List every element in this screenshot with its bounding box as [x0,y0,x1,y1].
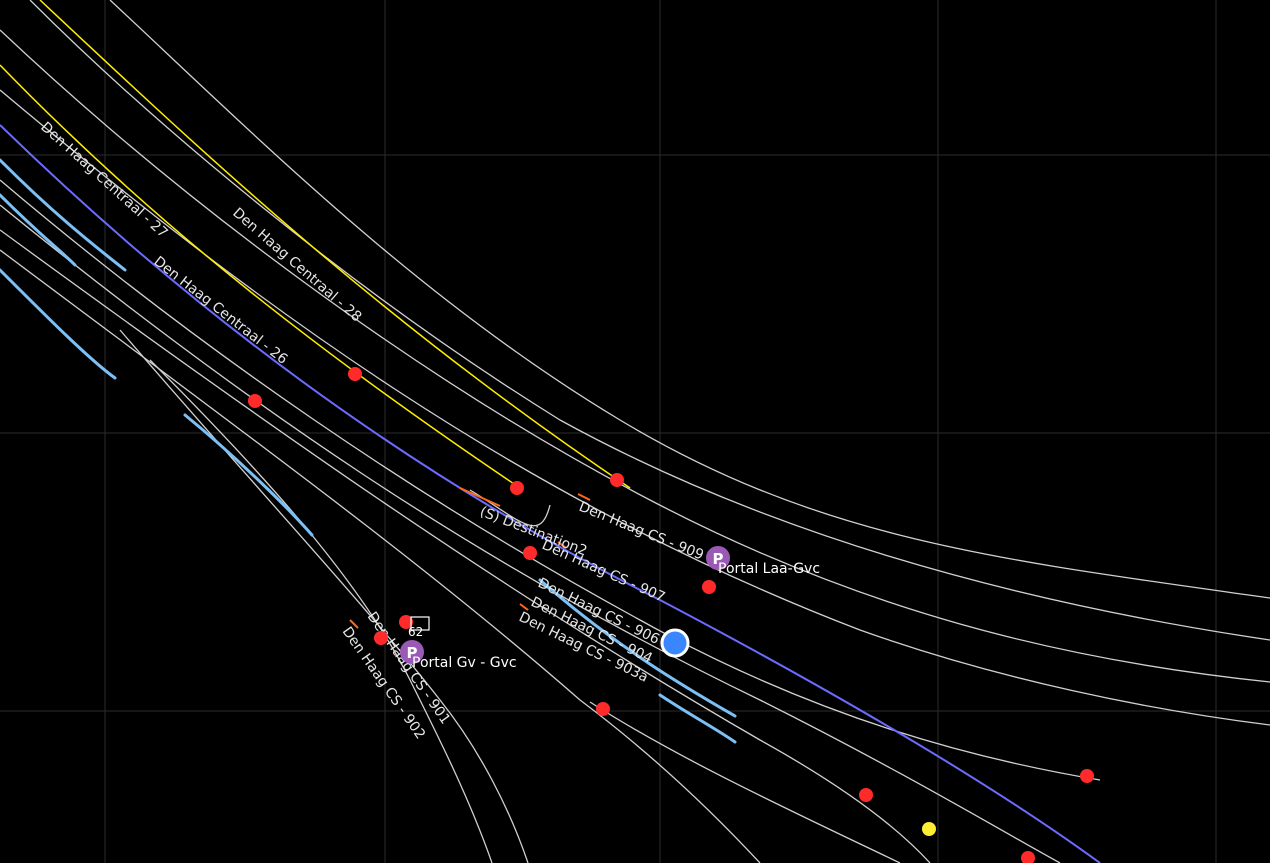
track-line[interactable] [0,249,761,863]
track-segment-cyan[interactable] [0,268,117,380]
track-line[interactable] [29,0,1270,641]
track-line[interactable] [119,329,529,863]
signal-icon[interactable] [1021,851,1035,863]
track-line[interactable] [0,229,931,863]
track-lines [0,0,1270,863]
signal-icon[interactable] [523,546,537,560]
signal-icon[interactable] [596,702,610,716]
marker-label: 62 [408,625,423,639]
track-label: Den Haag Centraal - 28 [229,205,364,325]
portal-label: Portal Gv - Gvc [412,655,517,671]
portal-gv-gvc[interactable]: P Portal Gv - Gvc [400,640,517,671]
signal-icon[interactable] [610,473,624,487]
track-label: Den Haag CS - 909 [577,499,706,564]
signal-icon[interactable] [248,394,262,408]
track-line-yellow[interactable] [0,64,521,489]
portal-label: Portal Laa-Gvc [718,561,820,577]
track-label: Den Haag Centraal - 26 [151,254,291,368]
track-mark-orange [459,487,501,507]
signal-icon[interactable] [702,580,716,594]
signal-icon[interactable] [859,788,873,802]
signal-yellow-icon[interactable] [922,822,936,836]
portal-laa-gvc[interactable]: P Portal Laa-Gvc [706,546,820,577]
signal-icon[interactable] [1080,769,1094,783]
map-grid [0,0,1270,863]
position-marker[interactable] [660,628,690,658]
track-line[interactable] [149,359,493,863]
track-segment-cyan[interactable] [0,193,77,267]
signal-icon[interactable] [510,481,524,495]
rail-map-canvas[interactable]: Den Haag Centraal - 27 Den Haag Centraal… [0,0,1270,863]
marker-62[interactable]: 62 [408,616,430,639]
signal-icon[interactable] [348,367,362,381]
current-position-icon[interactable] [660,628,690,658]
track-line[interactable] [589,701,901,863]
signal-icon[interactable] [374,631,388,645]
track-line[interactable] [109,0,1270,599]
